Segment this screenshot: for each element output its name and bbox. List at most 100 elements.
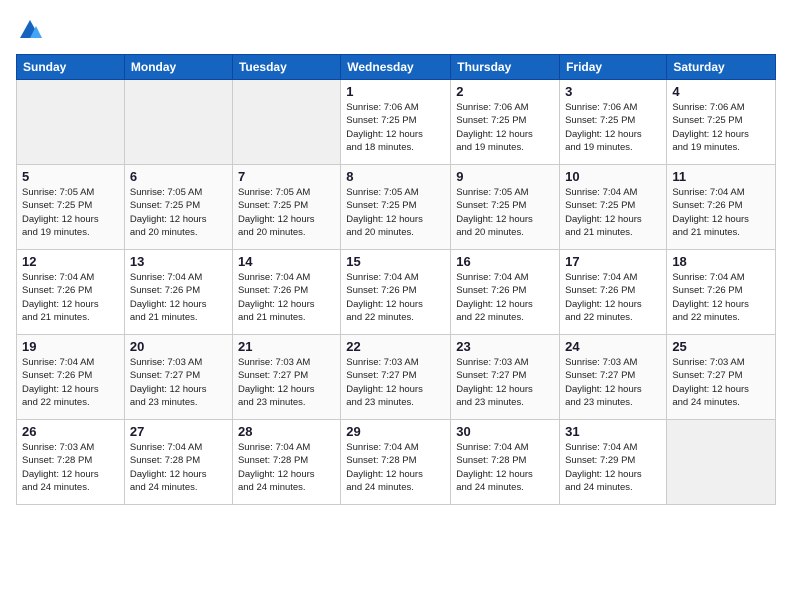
calendar-cell: 24 Sunrise: 7:03 AM Sunset: 7:27 PM Dayli…	[560, 335, 667, 420]
calendar-cell: 4 Sunrise: 7:06 AM Sunset: 7:25 PM Daylig…	[667, 80, 776, 165]
cell-info-text: Sunrise: 7:06 AM Sunset: 7:25 PM Dayligh…	[672, 101, 770, 154]
logo-icon	[16, 16, 44, 44]
day-number: 5	[22, 169, 119, 184]
cell-info-text: Sunrise: 7:03 AM Sunset: 7:27 PM Dayligh…	[565, 356, 661, 409]
cell-info-text: Sunrise: 7:06 AM Sunset: 7:25 PM Dayligh…	[346, 101, 445, 154]
page-header	[16, 16, 776, 44]
day-number: 2	[456, 84, 554, 99]
cell-info-text: Sunrise: 7:03 AM Sunset: 7:27 PM Dayligh…	[238, 356, 335, 409]
day-number: 4	[672, 84, 770, 99]
calendar-cell	[232, 80, 340, 165]
calendar-cell: 3Sunrise: 7:06 AM Sunset: 7:25 PM Daylig…	[560, 80, 667, 165]
cell-info-text: Sunrise: 7:05 AM Sunset: 7:25 PM Dayligh…	[346, 186, 445, 239]
day-number: 24	[565, 339, 661, 354]
day-number: 18	[672, 254, 770, 269]
cell-info-text: Sunrise: 7:04 AM Sunset: 7:26 PM Dayligh…	[456, 271, 554, 324]
cell-info-text: Sunrise: 7:03 AM Sunset: 7:28 PM Dayligh…	[22, 441, 119, 494]
cell-info-text: Sunrise: 7:04 AM Sunset: 7:28 PM Dayligh…	[130, 441, 227, 494]
calendar-cell: 12Sunrise: 7:04 AM Sunset: 7:26 PM Dayli…	[17, 250, 125, 335]
weekday-header-wednesday: Wednesday	[341, 55, 451, 80]
day-number: 30	[456, 424, 554, 439]
calendar-cell: 21 Sunrise: 7:03 AM Sunset: 7:27 PM Dayli…	[232, 335, 340, 420]
day-number: 29	[346, 424, 445, 439]
calendar-cell: 30 Sunrise: 7:04 AM Sunset: 7:28 PM Dayli…	[451, 420, 560, 505]
calendar-cell: 8 Sunrise: 7:05 AM Sunset: 7:25 PM Daylig…	[341, 165, 451, 250]
cell-info-text: Sunrise: 7:05 AM Sunset: 7:25 PM Dayligh…	[456, 186, 554, 239]
day-number: 21	[238, 339, 335, 354]
cell-info-text: Sunrise: 7:04 AM Sunset: 7:26 PM Dayligh…	[22, 271, 119, 324]
calendar-cell: 14 Sunrise: 7:04 AM Sunset: 7:26 PM Dayli…	[232, 250, 340, 335]
cell-info-text: Sunrise: 7:04 AM Sunset: 7:28 PM Dayligh…	[456, 441, 554, 494]
logo	[16, 16, 48, 44]
calendar-cell: 17 Sunrise: 7:04 AM Sunset: 7:26 PM Dayli…	[560, 250, 667, 335]
day-number: 23	[456, 339, 554, 354]
calendar-cell: 25 Sunrise: 7:03 AM Sunset: 7:27 PM Dayli…	[667, 335, 776, 420]
cell-info-text: Sunrise: 7:03 AM Sunset: 7:27 PM Dayligh…	[672, 356, 770, 409]
cell-info-text: Sunrise: 7:04 AM Sunset: 7:26 PM Dayligh…	[672, 271, 770, 324]
day-number: 6	[130, 169, 227, 184]
cell-info-text: Sunrise: 7:04 AM Sunset: 7:26 PM Dayligh…	[238, 271, 335, 324]
day-number: 26	[22, 424, 119, 439]
day-number: 8	[346, 169, 445, 184]
cell-info-text: Sunrise: 7:04 AM Sunset: 7:28 PM Dayligh…	[346, 441, 445, 494]
calendar-cell: 9 Sunrise: 7:05 AM Sunset: 7:25 PM Daylig…	[451, 165, 560, 250]
calendar-cell: 23Sunrise: 7:03 AM Sunset: 7:27 PM Dayli…	[451, 335, 560, 420]
cell-info-text: Sunrise: 7:04 AM Sunset: 7:26 PM Dayligh…	[130, 271, 227, 324]
calendar-cell: 22 Sunrise: 7:03 AM Sunset: 7:27 PM Dayli…	[341, 335, 451, 420]
day-number: 17	[565, 254, 661, 269]
day-number: 1	[346, 84, 445, 99]
calendar-cell: 15 Sunrise: 7:04 AM Sunset: 7:26 PM Dayli…	[341, 250, 451, 335]
calendar-week-row: 19 Sunrise: 7:04 AM Sunset: 7:26 PM Dayli…	[17, 335, 776, 420]
weekday-header-sunday: Sunday	[17, 55, 125, 80]
cell-info-text: Sunrise: 7:03 AM Sunset: 7:27 PM Dayligh…	[346, 356, 445, 409]
day-number: 7	[238, 169, 335, 184]
day-number: 28	[238, 424, 335, 439]
calendar-cell: 20Sunrise: 7:03 AM Sunset: 7:27 PM Dayli…	[124, 335, 232, 420]
weekday-header-monday: Monday	[124, 55, 232, 80]
calendar-cell: 18 Sunrise: 7:04 AM Sunset: 7:26 PM Dayli…	[667, 250, 776, 335]
weekday-header-friday: Friday	[560, 55, 667, 80]
calendar-cell: 11Sunrise: 7:04 AM Sunset: 7:26 PM Dayli…	[667, 165, 776, 250]
cell-info-text: Sunrise: 7:05 AM Sunset: 7:25 PM Dayligh…	[238, 186, 335, 239]
calendar-week-row: 1 Sunrise: 7:06 AM Sunset: 7:25 PM Daylig…	[17, 80, 776, 165]
calendar-cell: 16 Sunrise: 7:04 AM Sunset: 7:26 PM Dayli…	[451, 250, 560, 335]
day-number: 10	[565, 169, 661, 184]
day-number: 16	[456, 254, 554, 269]
calendar-cell: 7 Sunrise: 7:05 AM Sunset: 7:25 PM Daylig…	[232, 165, 340, 250]
calendar-week-row: 5 Sunrise: 7:05 AM Sunset: 7:25 PM Daylig…	[17, 165, 776, 250]
cell-info-text: Sunrise: 7:04 AM Sunset: 7:28 PM Dayligh…	[238, 441, 335, 494]
day-number: 25	[672, 339, 770, 354]
cell-info-text: Sunrise: 7:05 AM Sunset: 7:25 PM Dayligh…	[22, 186, 119, 239]
weekday-header-saturday: Saturday	[667, 55, 776, 80]
calendar-cell: 19 Sunrise: 7:04 AM Sunset: 7:26 PM Dayli…	[17, 335, 125, 420]
calendar-week-row: 12Sunrise: 7:04 AM Sunset: 7:26 PM Dayli…	[17, 250, 776, 335]
cell-info-text: Sunrise: 7:04 AM Sunset: 7:26 PM Dayligh…	[22, 356, 119, 409]
calendar-week-row: 26 Sunrise: 7:03 AM Sunset: 7:28 PM Dayli…	[17, 420, 776, 505]
calendar-cell	[667, 420, 776, 505]
calendar-cell: 29 Sunrise: 7:04 AM Sunset: 7:28 PM Dayli…	[341, 420, 451, 505]
calendar-cell: 1 Sunrise: 7:06 AM Sunset: 7:25 PM Daylig…	[341, 80, 451, 165]
cell-info-text: Sunrise: 7:03 AM Sunset: 7:27 PM Dayligh…	[130, 356, 227, 409]
day-number: 22	[346, 339, 445, 354]
day-number: 11	[672, 169, 770, 184]
day-number: 31	[565, 424, 661, 439]
weekday-header-tuesday: Tuesday	[232, 55, 340, 80]
day-number: 3	[565, 84, 661, 99]
cell-info-text: Sunrise: 7:04 AM Sunset: 7:26 PM Dayligh…	[565, 271, 661, 324]
day-number: 27	[130, 424, 227, 439]
cell-info-text: Sunrise: 7:04 AM Sunset: 7:25 PM Dayligh…	[565, 186, 661, 239]
day-number: 9	[456, 169, 554, 184]
weekday-header-thursday: Thursday	[451, 55, 560, 80]
calendar-cell	[124, 80, 232, 165]
calendar-cell: 5 Sunrise: 7:05 AM Sunset: 7:25 PM Daylig…	[17, 165, 125, 250]
day-number: 15	[346, 254, 445, 269]
day-number: 19	[22, 339, 119, 354]
calendar-cell: 26 Sunrise: 7:03 AM Sunset: 7:28 PM Dayli…	[17, 420, 125, 505]
calendar-cell	[17, 80, 125, 165]
cell-info-text: Sunrise: 7:05 AM Sunset: 7:25 PM Dayligh…	[130, 186, 227, 239]
day-number: 13	[130, 254, 227, 269]
cell-info-text: Sunrise: 7:04 AM Sunset: 7:26 PM Dayligh…	[346, 271, 445, 324]
calendar-cell: 31Sunrise: 7:04 AM Sunset: 7:29 PM Dayli…	[560, 420, 667, 505]
calendar-cell: 28 Sunrise: 7:04 AM Sunset: 7:28 PM Dayli…	[232, 420, 340, 505]
day-number: 14	[238, 254, 335, 269]
